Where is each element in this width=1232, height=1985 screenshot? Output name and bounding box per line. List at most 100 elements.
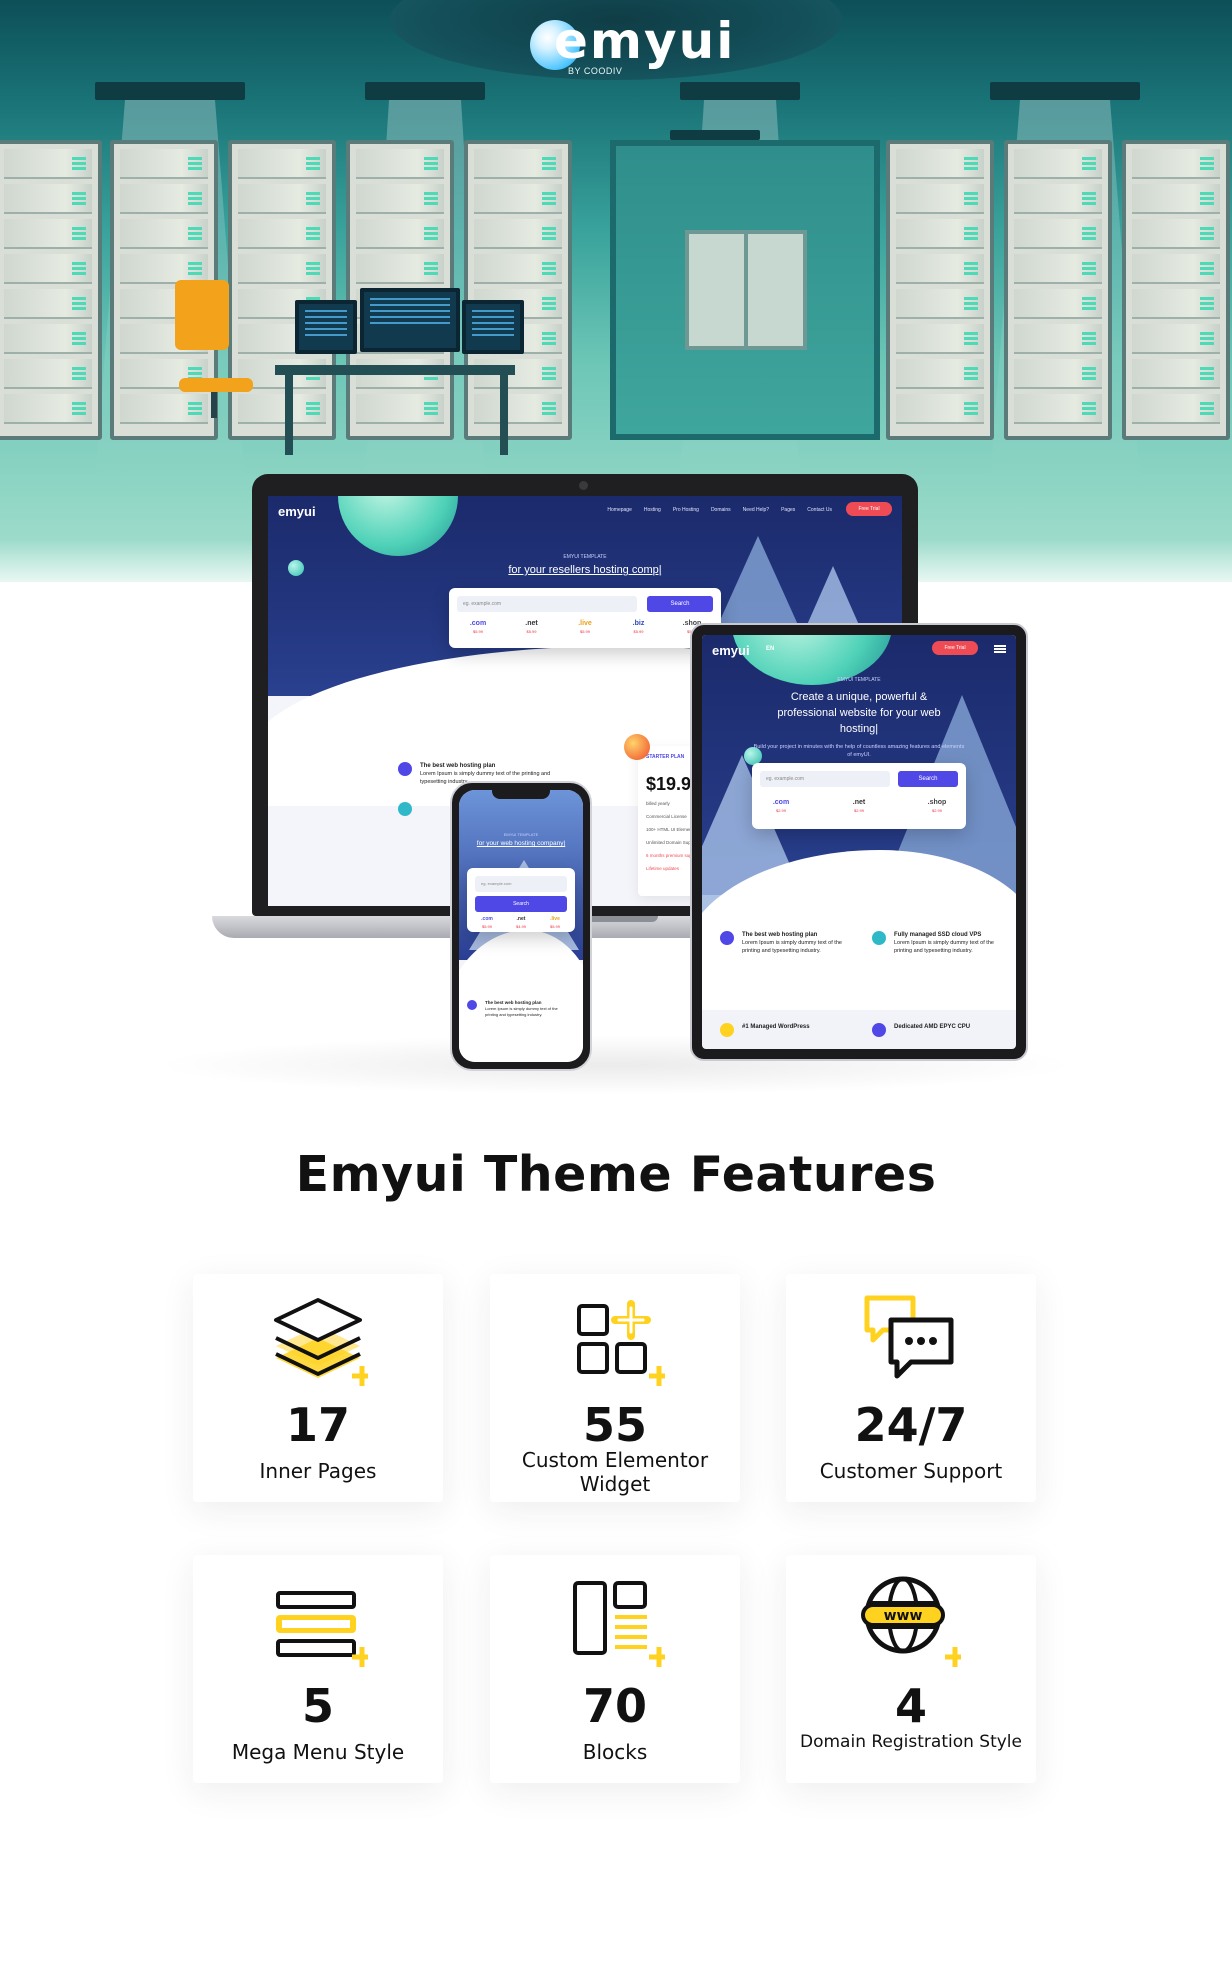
desk <box>275 365 515 375</box>
tld-list: .com $2.99 .net $2.99 .shop $2.99 <box>760 799 958 813</box>
free-trial-button[interactable]: Free Trial <box>932 641 978 655</box>
nav-link[interactable]: Pages <box>781 507 795 513</box>
hero-headline: Create a unique, powerful & professional… <box>777 691 941 735</box>
ceiling-lamp <box>365 82 485 480</box>
logo-wordmark: emyui <box>554 12 736 70</box>
hamburger-icon[interactable] <box>994 645 1006 653</box>
layers-icon <box>268 1292 372 1392</box>
ceiling-lamp <box>680 82 800 480</box>
hero-headline: for your resellers hosting comp| <box>508 564 662 576</box>
feature-item <box>398 802 412 816</box>
feature-label: Custom Elementor Widget <box>521 1448 709 1496</box>
nav-link[interactable]: Contact Us <box>807 507 832 513</box>
feature-count: 55 <box>582 1398 647 1452</box>
domain-search: eg. example.com Search .com $5.99 .net $5.… <box>449 588 721 648</box>
server-rack <box>1004 140 1112 440</box>
cloud-icon <box>872 931 886 945</box>
server-rack <box>0 140 102 440</box>
feature-item: Dedicated AMD EPYC CPU <box>872 1023 994 1037</box>
phone-mockup: EMYUI TEMPLATE for your web hosting comp… <box>450 781 592 1071</box>
brand-logo[interactable]: emyui BY COODIV <box>530 12 740 76</box>
desk-monitor <box>462 300 524 354</box>
feature-count: 24/7 <box>854 1398 968 1452</box>
tablet-mockup: emyui EN Free Trial EMYUI TEMPLATE Creat… <box>690 623 1028 1061</box>
feature-card-mega-menu: 5 Mega Menu Style <box>193 1555 443 1783</box>
ceiling-lamp <box>990 82 1140 480</box>
ceiling-lamp <box>95 82 245 480</box>
feature-count: 70 <box>582 1679 647 1733</box>
feature-label: Mega Menu Style <box>231 1740 405 1764</box>
domain-search: eg. example.com Search .com $5.99 .net $4.… <box>467 868 575 932</box>
tld-item: .com $5.99 <box>481 916 493 929</box>
phone-screen: EMYUI TEMPLATE for your web hosting comp… <box>459 790 583 1062</box>
wordpress-icon <box>720 1023 734 1037</box>
tld-item: .com $2.99 <box>772 799 790 813</box>
domain-search-input[interactable]: eg. example.com <box>457 596 637 612</box>
feature-card-domain: www 4 Domain Registration Style <box>786 1555 1036 1783</box>
tld-item: .biz $5.99 <box>632 620 645 634</box>
camera-icon <box>579 481 588 490</box>
menu-icon <box>268 1573 372 1673</box>
feature-item: #1 Managed WordPress <box>720 1023 842 1037</box>
feature-label: Blocks <box>582 1740 648 1764</box>
hero-subtext: Build your project in minutes with the h… <box>753 744 965 758</box>
server-icon <box>467 1000 477 1010</box>
chat-icon <box>861 1292 961 1392</box>
desk-monitor <box>295 300 357 354</box>
tablet-screen: emyui EN Free Trial EMYUI TEMPLATE Creat… <box>702 635 1016 1049</box>
nav-link[interactable]: Pro Hosting <box>673 507 699 513</box>
www-icon: www <box>861 1573 965 1673</box>
search-button[interactable]: Search <box>647 596 713 612</box>
blocks-icon <box>565 1573 669 1673</box>
feature-label: Inner Pages <box>259 1459 377 1483</box>
desk-monitor <box>360 288 460 352</box>
nav-link[interactable]: Hosting <box>644 507 661 513</box>
nav-link[interactable]: Homepage <box>607 507 631 513</box>
feature-card-inner-pages: 17 Inner Pages <box>193 1274 443 1502</box>
search-button[interactable]: Search <box>475 896 567 912</box>
nav-link[interactable]: Need Help? <box>743 507 769 513</box>
cpu-icon <box>872 1023 886 1037</box>
nav-link[interactable]: Domains <box>711 507 731 513</box>
planet-icon <box>624 734 650 760</box>
double-door <box>685 230 807 350</box>
free-trial-button[interactable]: Free Trial <box>846 502 892 516</box>
feature-card-widgets: 55 Custom Elementor Widget <box>490 1274 740 1502</box>
tld-list: .com $5.99 .net $4.99 .live $5.99 <box>475 916 567 929</box>
feature-card-support: 24/7 Customer Support <box>786 1274 1036 1502</box>
domain-search-input[interactable]: eg. example.com <box>760 771 890 787</box>
tld-item: .shop $2.99 <box>927 799 947 813</box>
logo-tagline: BY COODIV <box>568 66 623 76</box>
server-rack <box>1122 140 1230 440</box>
server-rack <box>464 140 572 440</box>
server-icon <box>720 931 734 945</box>
site-logo[interactable]: emyui <box>712 643 750 658</box>
tld-item: .net $4.99 <box>515 916 526 929</box>
server-rack <box>886 140 994 440</box>
ceiling-lamp <box>670 130 760 140</box>
hero-headline: for your web hosting company| <box>476 840 566 847</box>
tld-item: .net $5.99 <box>525 620 538 634</box>
hero-kicker: EMYUI TEMPLATE <box>503 832 539 837</box>
hero-kicker: EMYUI TEMPLATE <box>563 554 607 560</box>
feature-card-blocks: 70 Blocks <box>490 1555 740 1783</box>
search-button[interactable]: Search <box>898 771 958 787</box>
feature-count: 4 <box>894 1679 927 1733</box>
feature-item: The best web hosting plan Lorem Ipsum is … <box>467 1000 565 1018</box>
cloud-icon <box>398 802 412 816</box>
feature-count: 17 <box>285 1398 350 1452</box>
feature-item: Fully managed SSD cloud VPS Lorem Ipsum i… <box>872 931 994 955</box>
hero-banner: emyui BY COODIV emyui Homepage Hosting P… <box>0 0 1232 1110</box>
site-logo[interactable]: emyui <box>278 504 316 519</box>
hero-kicker: EMYUI TEMPLATE <box>837 677 881 683</box>
language-switch[interactable]: EN <box>766 646 774 652</box>
tld-item: .live $5.99 <box>549 916 560 929</box>
feature-label: Customer Support <box>819 1459 1003 1483</box>
feature-item: The best web hosting plan Lorem Ipsum is … <box>720 931 842 955</box>
site-nav: Homepage Hosting Pro Hosting Domains Nee… <box>607 507 832 513</box>
svg-text:www: www <box>884 1608 923 1624</box>
domain-search-input[interactable]: eg. example.com <box>475 876 567 892</box>
tld-item: .live $5.99 <box>578 620 592 634</box>
domain-search: eg. example.com Search .com $2.99 .net $2.… <box>752 763 966 829</box>
tld-list: .com $5.99 .net $5.99 .live $5.99 .biz $5.99… <box>457 620 713 634</box>
